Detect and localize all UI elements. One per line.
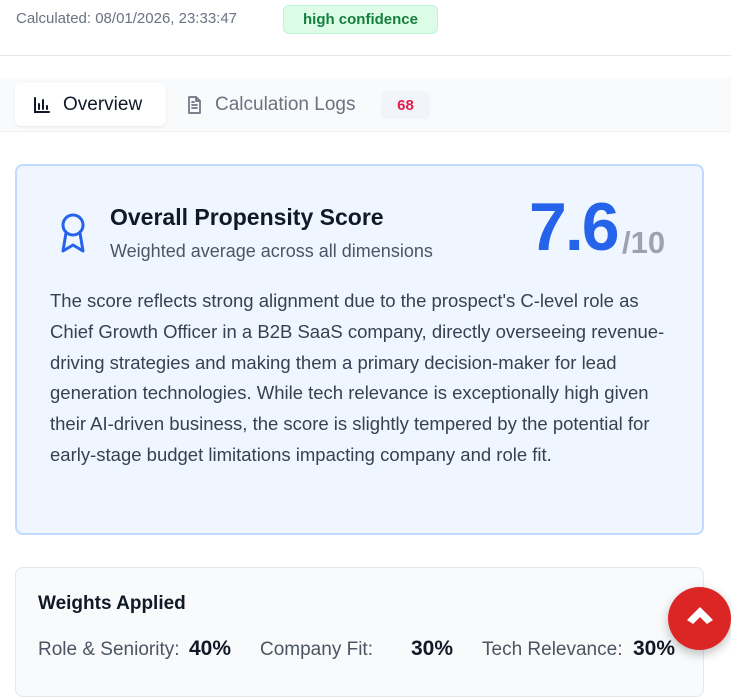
- weight-label-tech: Tech Relevance:: [482, 639, 623, 660]
- score-value: 7.6: [529, 189, 620, 265]
- weight-value-tech: 30%: [633, 637, 676, 660]
- file-text-icon: [184, 95, 204, 115]
- score-title: Overall Propensity Score: [110, 204, 384, 230]
- bar-chart-icon: [32, 95, 52, 115]
- logs-count-badge: 68: [381, 91, 430, 119]
- propensity-score-card: Overall Propensity Score Weighted averag…: [15, 164, 704, 535]
- calculated-timestamp: Calculated: 08/01/2026, 23:33:47: [16, 10, 238, 27]
- scroll-to-top-button[interactable]: [668, 587, 731, 650]
- tab-bar: Overview Calculation Logs: [0, 78, 731, 132]
- header-bar: Calculated: 08/01/2026, 23:33:47 high co…: [0, 0, 731, 56]
- score-subtitle: Weighted average across all dimensions: [110, 241, 433, 261]
- tab-overview[interactable]: Overview: [15, 83, 166, 126]
- weight-value-company: 30%: [411, 637, 454, 660]
- weight-label-role: Role & Seniority:: [38, 639, 180, 660]
- weight-label-company: Company Fit:: [260, 639, 373, 660]
- weight-value-role: 40%: [189, 637, 232, 660]
- confidence-badge: high confidence: [283, 5, 438, 34]
- score-max: /10: [622, 225, 666, 260]
- award-icon: [58, 212, 88, 256]
- tab-calculation-logs-label: Calculation Logs: [215, 93, 356, 115]
- score-description: The score reflects strong alignment due …: [50, 290, 665, 465]
- tab-overview-label: Overview: [63, 93, 143, 115]
- arrow-up-icon: [685, 605, 715, 632]
- weights-title: Weights Applied: [38, 593, 186, 614]
- tab-calculation-logs[interactable]: Calculation Logs: [184, 83, 355, 126]
